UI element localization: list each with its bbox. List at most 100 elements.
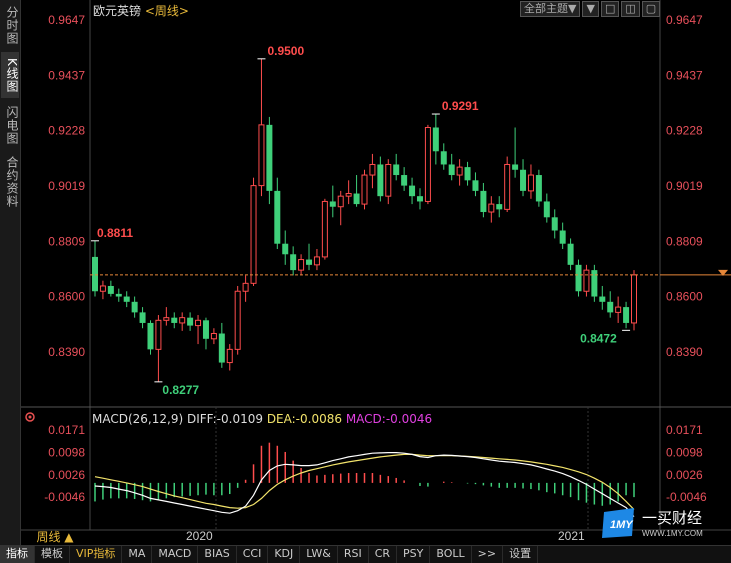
candle-body [432,127,439,152]
candle-body [440,151,447,165]
macd-label-left-1: 0.0098 [48,446,85,460]
candle-body [139,312,146,323]
candle-body [527,174,534,192]
chart-title: 欧元英镑 <周线> [93,2,189,19]
indicator-tab-2[interactable]: VIP指标 [70,546,123,563]
candle-body [242,282,249,292]
top-toolbar: 全部主题▼ ▼ □ ◫ ▢ [520,1,661,17]
indicator-tab-1[interactable]: 模板 [35,546,70,563]
price-label-right-5: 0.8600 [666,290,703,304]
indicator-tab-11[interactable]: PSY [397,546,431,563]
candle-body [179,317,186,324]
candle-body [226,348,233,364]
candle-body [575,264,582,292]
indicator-tab-5[interactable]: BIAS [198,546,237,563]
candle-body [583,269,590,292]
candle-body [218,333,225,363]
annotation-start: 0.8811 [97,226,133,240]
candle-body [607,301,614,313]
price-label-left-4: 0.8809 [48,234,85,248]
sidebar-tab-3[interactable]: 合约资料 [1,152,19,212]
window-btn-3[interactable]: ◫ [621,1,640,17]
price-label-left-6: 0.8390 [48,345,85,359]
window-btn-4[interactable]: ▢ [641,1,661,17]
candle-body [520,169,527,191]
indicator-tab-12[interactable]: BOLL [430,546,472,563]
candle-body [543,201,550,218]
candle-body [99,285,106,292]
macd-value: MACD:-0.0046 [345,412,433,426]
candlesticks [90,58,731,382]
candle-body [488,203,495,213]
candle-body [559,230,566,244]
indicator-tab-6[interactable]: CCI [237,546,269,563]
candle-body [551,217,558,231]
candle-body [337,195,344,208]
sidebar-tab-2[interactable]: 闪电图 [1,102,19,148]
price-label-left-1: 0.9437 [48,68,85,82]
candle-body [496,204,503,210]
theme-select[interactable]: 全部主题▼ [520,1,581,17]
indicator-tab-7[interactable]: KDJ [268,546,301,563]
macd-label-right-1: 0.0098 [666,446,703,460]
annotation-high-mid: 0.9291 [442,99,479,113]
price-label-right-1: 0.9437 [666,68,703,82]
candle-body [258,124,265,187]
price-label-right-0: 0.9647 [666,13,703,27]
cycle-label[interactable]: <周线> [145,4,189,18]
candle-body [147,322,154,350]
macd-label-left-0: 0.0171 [48,423,85,437]
candle-body [306,259,313,265]
macd-label-right-0: 0.0171 [666,423,703,437]
candle-body [250,185,257,284]
candle-body [210,333,217,340]
annotation-low-end: 0.8472 [580,331,617,345]
price-label-left-2: 0.9228 [48,124,85,138]
indicator-tab-4[interactable]: MACD [152,546,199,563]
candle-body [409,185,416,197]
indicator-tabs: 指标 模板 VIP指标 MA MACD BIAS CCI KDJ LW& RSI CR PSY BOLL… [0,545,731,563]
candle-body [163,317,170,321]
indicator-tab-13[interactable]: >> [472,546,504,563]
price-label-right-4: 0.8809 [666,234,703,248]
candle-body [115,293,122,297]
macd-label-right-3: -0.0046 [666,490,707,504]
indicator-tab-10[interactable]: CR [369,546,398,563]
candle-body [512,164,519,170]
candle-body [131,301,138,313]
candle-body [155,319,162,350]
candle-body [290,254,297,271]
axes: 0.9647 0.9647 0.9437 0.9437 0.9228 0.9228 0.90… [25,13,707,543]
candle-body [615,306,622,313]
diff-value: DIFF:-0.0109 [186,412,263,426]
price-label-right-6: 0.8390 [666,345,703,359]
price-label-right-2: 0.9228 [666,124,703,138]
indicator-tab-8[interactable]: LW& [300,546,338,563]
price-annotations: 0.8811 0.9500 0.8277 0.9291 0.8472 [91,44,631,397]
candle-body [472,180,479,191]
window-btn-1[interactable]: ▼ [582,1,599,17]
candle-body [266,124,273,191]
price-chart[interactable]: 0.88110.95000.82770.92910.8472 0.9647 0.9… [0,0,731,545]
indicator-tab-14[interactable]: 设置 [503,546,539,563]
candle-body [448,164,455,176]
candle-body [456,166,463,176]
sidebar-tab-0[interactable]: 分时图 [1,2,19,48]
indicator-tab-3[interactable]: MA [122,546,153,563]
indicator-tab-9[interactable]: RSI [338,546,369,563]
sidebar-tab-1[interactable]: K线图 [1,52,19,98]
candle-body [416,196,423,202]
candle-body [195,319,202,327]
candle-body [361,174,368,205]
candle-body [623,307,630,323]
period-button[interactable]: 周线 ▲ [22,530,88,544]
macd-label-right-2: 0.0026 [666,468,703,482]
logo-name: 一买财经 [642,509,702,527]
candle-body [345,193,352,197]
macd-label-left-2: 0.0026 [48,468,85,482]
window-btn-2[interactable]: □ [600,1,620,17]
candle-body [107,285,114,294]
indicator-tab-0[interactable]: 指标 [0,546,35,563]
annotation-high-2020: 0.9500 [267,44,304,58]
candle-body [591,270,598,297]
